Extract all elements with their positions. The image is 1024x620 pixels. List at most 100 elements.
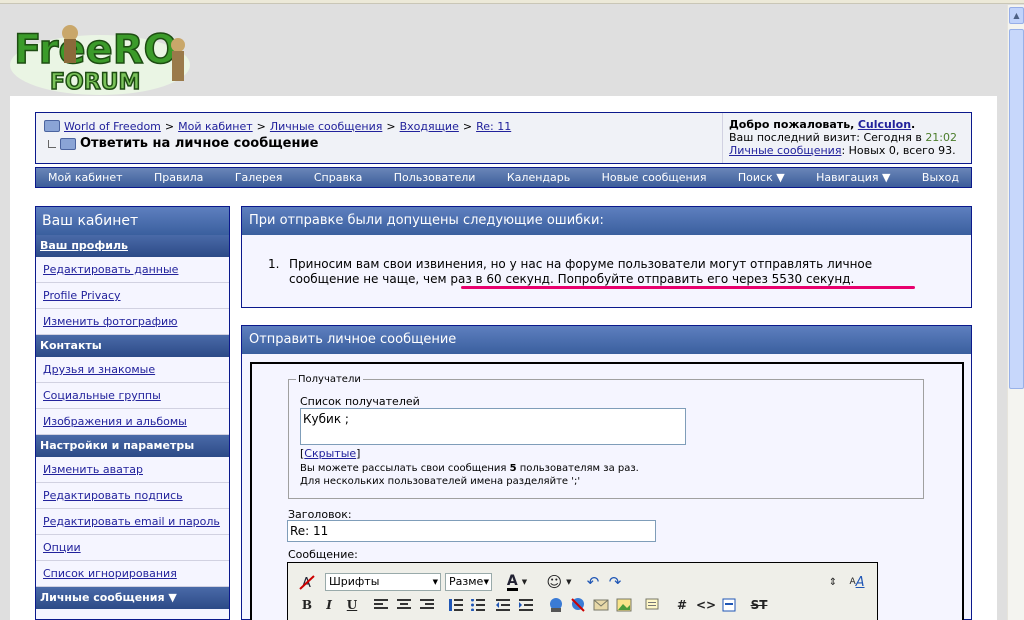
sidebar-section-pm[interactable]: Личные сообщения ▼ (36, 587, 229, 609)
remove-format-icon[interactable]: A (298, 573, 316, 591)
switch-mode-icon[interactable]: AA (846, 571, 868, 593)
code-button[interactable]: <> (695, 595, 717, 615)
sidebar-item-label[interactable]: Социальные группы (43, 389, 161, 402)
forum-logo[interactable]: FreeRO FORUM (10, 15, 190, 96)
hidden-recipients: [Скрытые] (300, 447, 360, 460)
align-right-icon[interactable] (418, 595, 436, 615)
recipients-input[interactable]: Кубик ; (300, 408, 686, 445)
breadcrumb-link-pm[interactable]: Личные сообщения (270, 120, 382, 133)
note-text: пользователям за раз. (516, 463, 639, 474)
sidebar-profile-link[interactable]: Ваш профиль (40, 239, 128, 252)
sidebar-item-label[interactable]: Изменить фотографию (43, 315, 177, 328)
scrollbar-thumb[interactable] (1009, 29, 1024, 389)
breadcrumb-link-inbox[interactable]: Входящие (400, 120, 459, 133)
insert-link-icon[interactable] (547, 595, 565, 615)
sidebar-item-ignore-list[interactable]: Список игнорирования (36, 561, 229, 587)
main-menu: Мой кабинет Правила Галерея Справка Поль… (35, 167, 972, 188)
sidebar-item-label[interactable]: Редактировать email и пароль (43, 515, 220, 528)
hidden-recipients-link[interactable]: Скрытые (304, 447, 356, 460)
logo-text-bottom: FORUM (50, 70, 140, 95)
sidebar-item-label[interactable]: Изменить аватар (43, 463, 143, 476)
sidebar-item-signature[interactable]: Редактировать подпись (36, 483, 229, 509)
size-select[interactable]: Разме ▼ (445, 573, 492, 591)
sidebar-item-label[interactable]: Друзья и знакомые (43, 363, 155, 376)
folder-icon (44, 120, 60, 132)
menu-item-users[interactable]: Пользователи (394, 171, 476, 184)
menu-item-cabinet[interactable]: Мой кабинет (48, 171, 123, 184)
sidebar-item-label[interactable]: Profile Privacy (43, 289, 121, 302)
redo-icon[interactable]: ↷ (606, 571, 624, 593)
menu-item-calendar[interactable]: Календарь (507, 171, 570, 184)
sidebar-item-photo[interactable]: Изменить фотографию (36, 309, 229, 335)
scroll-up-button[interactable]: ▲ (1009, 7, 1024, 24)
sidebar-title: Ваш кабинет (36, 207, 229, 235)
text-color-icon: A (506, 572, 518, 591)
unordered-list-icon[interactable] (469, 595, 487, 615)
menu-item-gallery[interactable]: Галерея (235, 171, 283, 184)
welcome-greeting: Добро пожаловать, (729, 118, 855, 131)
menu-item-help[interactable]: Справка (314, 171, 362, 184)
font-select[interactable]: Шрифты ▼ (325, 573, 441, 591)
sidebar-section-contacts: Контакты (36, 335, 229, 357)
sidebar-item-label[interactable]: Опции (43, 541, 81, 554)
recipients-label: Список получателей (300, 395, 420, 408)
undo-icon[interactable]: ↶ (584, 571, 602, 593)
chevron-down-icon: ▼ (432, 578, 438, 586)
recipients-note-1: Вы можете рассылать свои сообщения 5 пол… (300, 463, 639, 474)
insert-image-icon[interactable] (615, 595, 633, 615)
strike-button[interactable]: ST (748, 595, 770, 615)
error-number: 1. (268, 257, 280, 271)
quote-icon[interactable] (643, 595, 661, 615)
smiley-icon: ☺ (546, 573, 563, 591)
breadcrumb-link-home[interactable]: World of Freedom (64, 120, 161, 133)
subject-input[interactable]: Re: 11 (287, 520, 656, 542)
email-link-icon[interactable] (592, 595, 610, 615)
sidebar-item-label[interactable]: Редактировать подпись (43, 489, 183, 502)
php-icon[interactable] (720, 595, 738, 615)
sidebar-section-profile[interactable]: Ваш профиль (36, 235, 229, 257)
align-left-icon[interactable] (372, 595, 390, 615)
sidebar: Ваш кабинет Ваш профиль Редактировать да… (35, 206, 230, 620)
chevron-down-icon: ▼ (521, 578, 528, 586)
smilies-button[interactable]: ☺ ▼ (542, 571, 576, 593)
bold-button[interactable]: B (298, 595, 316, 615)
pm-link[interactable]: Личные сообщения (729, 144, 841, 157)
align-center-icon[interactable] (395, 595, 413, 615)
sidebar-item-edit-data[interactable]: Редактировать данные (36, 257, 229, 283)
sidebar-item-email-password[interactable]: Редактировать email и пароль (36, 509, 229, 535)
breadcrumb-link-thread[interactable]: Re: 11 (476, 120, 511, 133)
sidebar-item-avatar[interactable]: Изменить аватар (36, 457, 229, 483)
welcome-dot: . (911, 118, 916, 131)
menu-item-search[interactable]: Поиск ▼ (738, 171, 785, 184)
remove-link-icon[interactable] (569, 595, 587, 615)
underline-button[interactable]: U (343, 595, 361, 615)
last-visit-time: 21:02 (925, 131, 958, 144)
sidebar-item-groups[interactable]: Социальные группы (36, 383, 229, 409)
sidebar-item-privacy[interactable]: Profile Privacy (36, 283, 229, 309)
sidebar-item-options[interactable]: Опции (36, 535, 229, 561)
folder-open-icon (60, 137, 76, 150)
note-count: 5 (509, 463, 517, 474)
message-editor: A Шрифты▼ Разме▼ A▼ ☺▼ ↶ ↷ ⇕ AA B I U # … (287, 562, 878, 620)
menu-item-logout[interactable]: Выход (922, 171, 959, 184)
menu-item-new-posts[interactable]: Новые сообщения (602, 171, 707, 184)
sidebar-item-albums[interactable]: Изображения и альбомы (36, 409, 229, 435)
breadcrumb-link-cabinet[interactable]: Мой кабинет (178, 120, 253, 133)
sidebar-item-label[interactable]: Изображения и альбомы (43, 415, 187, 428)
sidebar-item-friends[interactable]: Друзья и знакомые (36, 357, 229, 383)
italic-button[interactable]: I (320, 595, 338, 615)
menu-item-navigation[interactable]: Навигация ▼ (816, 171, 890, 184)
ordered-list-icon[interactable] (447, 595, 465, 615)
indent-icon[interactable] (517, 595, 535, 615)
outdent-icon[interactable] (494, 595, 512, 615)
breadcrumb-separator: > (164, 119, 175, 133)
text-color-button[interactable]: A ▼ (500, 571, 534, 593)
resize-icon[interactable]: ⇕ (826, 571, 840, 593)
username-link[interactable]: Culculon (858, 118, 911, 131)
page-scrollbar[interactable]: ▲ (1007, 5, 1024, 620)
sidebar-item-label[interactable]: Список игнорирования (43, 567, 177, 580)
window-top-border (0, 0, 1024, 4)
menu-item-rules[interactable]: Правила (154, 171, 203, 184)
hash-button[interactable]: # (674, 595, 690, 615)
sidebar-item-label[interactable]: Редактировать данные (43, 263, 178, 276)
